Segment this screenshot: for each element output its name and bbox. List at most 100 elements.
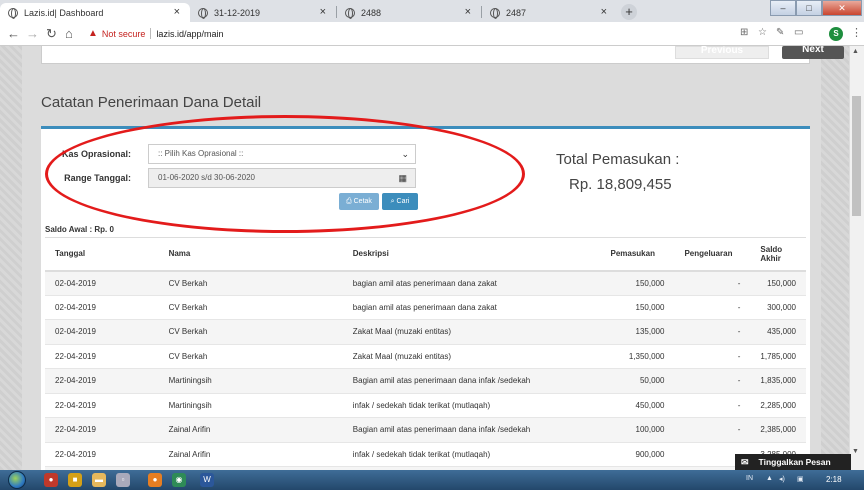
table-cell: - (674, 392, 751, 418)
table-row: 02-04-2019 CV Berkah bagian amil atas pene… (45, 294, 806, 320)
scrollbar-thumb[interactable] (852, 96, 861, 216)
volume-icon[interactable]: ◂) (779, 475, 785, 483)
table-row: 22-04-2019 Martiningsih infak / sedekah ti… (45, 392, 806, 418)
cetak-button[interactable]: ⎙ Cetak (339, 193, 379, 210)
table-cell: 900,000 (600, 441, 675, 467)
table-cell: 1,835,000 (750, 368, 806, 393)
table-cell: Zainal Arifin (158, 417, 343, 442)
table-cell: Martiningsih (158, 392, 343, 418)
table-row: 22-04-2019 CV Berkah Zakat Maal (muzaki en… (45, 343, 806, 369)
cari-button[interactable]: ⌕ Cari (382, 193, 418, 210)
scroll-up-arrow-icon[interactable]: ▲ (852, 48, 859, 55)
next-button[interactable]: Next (782, 46, 844, 59)
globe-icon (8, 7, 18, 19)
scroll-down-arrow-icon[interactable]: ▼ (852, 448, 859, 455)
reload-icon[interactable]: ↻ (46, 26, 57, 42)
table-cell: 150,000 (750, 270, 806, 295)
url-input[interactable]: ▲ Not secure lazis.id/app/main (88, 25, 688, 42)
table-cell: Zakat Maal (muzaki entitas) (342, 343, 601, 369)
cast-icon[interactable]: ▭ (794, 27, 803, 38)
browser-tab-dashboard[interactable]: Lazis.id| Dashboard × (0, 3, 190, 22)
table-cell: 150,000 (600, 270, 675, 295)
back-icon[interactable]: ← (7, 26, 20, 41)
tray-language[interactable]: IN (746, 475, 753, 482)
address-bar-row: ← → ↻ ⌂ ▲ Not secure lazis.id/app/main ⊞… (0, 22, 864, 46)
start-button[interactable] (8, 471, 26, 489)
word-icon[interactable]: W (200, 473, 214, 487)
minimize-button[interactable]: – (770, 0, 796, 16)
chat-label: Tinggalkan Pesan (758, 457, 831, 467)
app-icon[interactable]: ▫ (116, 473, 130, 487)
chat-widget[interactable]: ✉ Tinggalkan Pesan (735, 454, 851, 470)
tab-title: 31-12-2019 (214, 7, 261, 18)
globe-icon (345, 7, 355, 19)
globe-icon (490, 7, 500, 19)
table-cell: infak / sedekah tidak terikat (mutlaqah) (342, 392, 601, 418)
calendar-icon[interactable]: ▦ (398, 169, 407, 187)
table-cell: 450,000 (600, 392, 675, 418)
close-tab-icon[interactable]: × (465, 6, 471, 18)
table-cell: 50,000 (600, 368, 675, 393)
profile-avatar[interactable]: S (829, 27, 843, 41)
browser-tab-strip: Lazis.id| Dashboard × 31-12-2019 × 2488 … (0, 0, 864, 22)
table-cell: - (674, 319, 751, 344)
table-cell: - (674, 368, 751, 393)
table-cell: Bagian amil atas penerimaan dana infak /… (342, 368, 601, 393)
chrome-icon[interactable]: ◉ (172, 473, 186, 487)
forward-icon[interactable]: → (26, 26, 39, 41)
page-viewport: ▲ ▼ Previous Next Catatan Penerimaan Dan… (0, 46, 864, 470)
browser-tab-2[interactable]: 31-12-2019 × (190, 3, 336, 22)
kas-select-value: :: Pilih Kas Oprasional :: (158, 149, 244, 158)
browser-tab-3[interactable]: 2488 × (337, 3, 481, 22)
close-tab-icon[interactable]: × (320, 6, 326, 18)
header-deskripsi[interactable]: Deskripsi (342, 237, 601, 272)
media-player-icon[interactable]: ● (44, 473, 58, 487)
header-nama[interactable]: Nama (158, 237, 343, 272)
date-range-input[interactable]: 01-06-2020 s/d 30-06-2020 ▦ (148, 168, 416, 188)
table-cell: infak / sedekah tidak terikat (mutlaqah) (342, 441, 601, 467)
table-cell: CV Berkah (158, 343, 343, 369)
tab-title: 2487 (506, 7, 527, 18)
extension-icon[interactable]: ✎ (776, 27, 784, 38)
table-cell: 22-04-2019 (45, 392, 159, 418)
firefox-icon[interactable]: ● (148, 473, 162, 487)
maximize-button[interactable]: □ (796, 0, 822, 16)
header-pemasukan[interactable]: Pemasukan (600, 237, 675, 272)
date-range-value: 01-06-2020 s/d 30-06-2020 (158, 173, 255, 182)
table-row: 02-04-2019 CV Berkah bagian amil atas pene… (45, 270, 806, 295)
search-icon: ⌕ (390, 198, 395, 205)
home-icon[interactable]: ⌂ (65, 26, 73, 41)
table-cell: - (674, 270, 751, 295)
table-cell: 02-04-2019 (45, 319, 159, 344)
close-window-button[interactable]: ✕ (822, 0, 862, 16)
translate-icon[interactable]: ⊞ (740, 27, 748, 38)
previous-button[interactable]: Previous (675, 46, 769, 59)
taskbar-clock[interactable]: 2:18 (826, 475, 842, 484)
saldo-awal: Saldo Awal : Rp. 0 (45, 225, 114, 234)
tray-arrow-icon[interactable]: ▲ (766, 475, 773, 482)
table-cell: 22-04-2019 (45, 441, 159, 467)
menu-icon[interactable]: ⋮ (851, 26, 862, 39)
table-cell: Bagian amil atas penerimaan dana infak /… (342, 417, 601, 442)
browser-tab-4[interactable]: 2487 × (482, 3, 617, 22)
background-texture-right (821, 46, 849, 470)
table-cell: 2,385,000 (750, 417, 806, 442)
header-pengeluaran[interactable]: Pengeluaran (674, 237, 751, 272)
table-cell: Zakat Maal (muzaki entitas) (342, 319, 601, 344)
folder-icon[interactable]: ▬ (92, 473, 106, 487)
close-tab-icon[interactable]: × (601, 6, 607, 18)
network-icon[interactable]: ▣ (797, 475, 804, 483)
office-icon[interactable]: ■ (68, 473, 82, 487)
mail-icon: ✉ (741, 456, 749, 467)
header-tanggal[interactable]: Tanggal (45, 237, 159, 272)
new-tab-button[interactable]: + (621, 4, 637, 20)
window-controls: – □ ✕ (770, 0, 862, 16)
table-cell: bagian amil atas penerimaan dana zakat (342, 294, 601, 320)
tab-title: 2488 (361, 7, 382, 18)
star-icon[interactable]: ☆ (758, 27, 767, 38)
header-saldo-akhir[interactable]: Saldo Akhir (750, 237, 806, 272)
close-tab-icon[interactable]: × (174, 6, 180, 18)
table-header-row: Tanggal Nama Deskripsi Pemasukan Pengelu… (45, 237, 806, 272)
kas-oprasional-select[interactable]: :: Pilih Kas Oprasional :: ⌄ (148, 144, 416, 164)
table-cell: - (674, 417, 751, 442)
